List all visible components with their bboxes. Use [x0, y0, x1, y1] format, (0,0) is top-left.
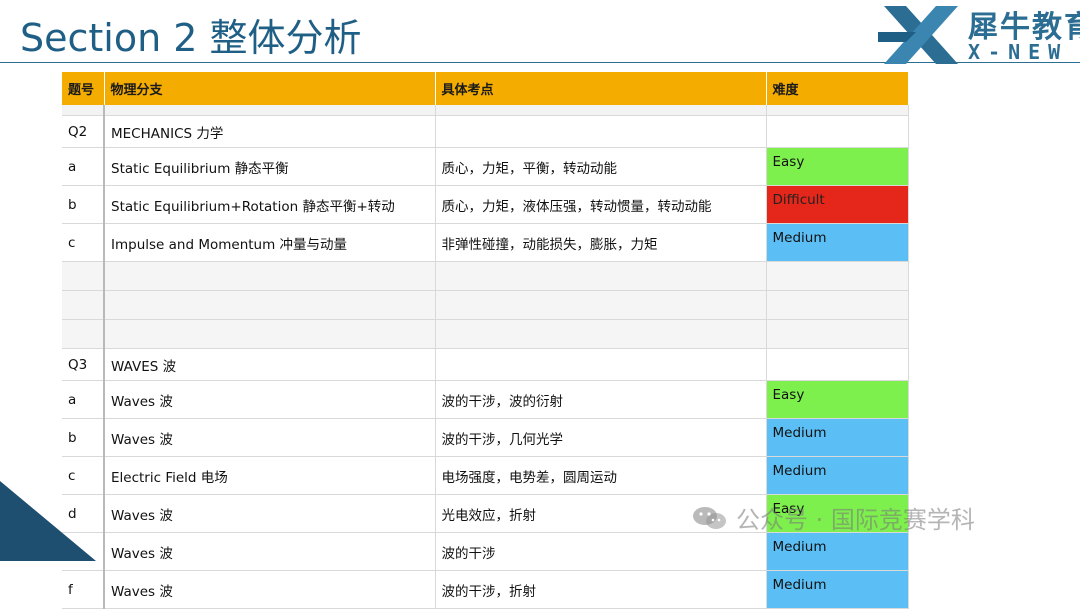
row-points: 质心，力矩，平衡，转动动能: [435, 147, 767, 186]
watermark: 公众号 · 国际竞赛学科: [692, 500, 975, 535]
empty-row: [62, 319, 909, 349]
column-header-difficulty: 难度: [766, 72, 909, 105]
table-row: f Waves 波 波的干涉，折射 Medium: [62, 570, 909, 609]
row-branch: Impulse and Momentum 冲量与动量: [104, 223, 436, 262]
difficulty-badge: Medium: [766, 456, 909, 495]
table-header-row: 题号 物理分支 具体考点 难度: [62, 72, 909, 105]
row-points: 波的干涉: [435, 532, 767, 571]
row-points: 电场强度，电势差，圆周运动: [435, 456, 767, 495]
row-branch: Waves 波: [104, 532, 436, 571]
section-row-q3: Q3 WAVES 波: [62, 348, 909, 381]
section-branch: WAVES 波: [104, 348, 436, 381]
row-branch: Static Equilibrium 静态平衡: [104, 147, 436, 186]
row-points: 波的干涉，波的衍射: [435, 380, 767, 419]
watermark-text: 公众号 · 国际竞赛学科: [736, 506, 975, 534]
empty-row: [62, 261, 909, 291]
page-title: Section 2 整体分析: [20, 16, 362, 60]
table-row: e Waves 波 波的干涉 Medium: [62, 532, 909, 571]
row-number: c: [62, 223, 105, 262]
row-points: 质心，力矩，液体压强，转动惯量，转动动能: [435, 185, 767, 224]
empty-row: [62, 290, 909, 320]
difficulty-badge: Easy: [766, 380, 909, 419]
column-header-number: 题号: [62, 72, 105, 105]
table-row: c Electric Field 电场 电场强度，电势差，圆周运动 Medium: [62, 456, 909, 495]
row-branch: Waves 波: [104, 570, 436, 609]
table-row: a Static Equilibrium 静态平衡 质心，力矩，平衡，转动动能 …: [62, 147, 909, 186]
row-branch: Static Equilibrium+Rotation 静态平衡+转动: [104, 185, 436, 224]
column-header-branch: 物理分支: [104, 72, 436, 105]
difficulty-badge: Medium: [766, 532, 909, 571]
row-points: 波的干涉，折射: [435, 570, 767, 609]
row-branch: Waves 波: [104, 380, 436, 419]
row-number: a: [62, 380, 105, 419]
section-branch: MECHANICS 力学: [104, 115, 436, 148]
brand-logo: 犀牛教育 X-NEW: [876, 2, 1080, 68]
row-branch: Waves 波: [104, 418, 436, 457]
row-number: f: [62, 570, 105, 609]
row-number: a: [62, 147, 105, 186]
table-row: b Waves 波 波的干涉，几何光学 Medium: [62, 418, 909, 457]
row-points: 非弹性碰撞，动能损失，膨胀，力矩: [435, 223, 767, 262]
section-id: Q2: [62, 115, 105, 148]
table-row: c Impulse and Momentum 冲量与动量 非弹性碰撞，动能损失，…: [62, 223, 909, 262]
wechat-icon: [693, 506, 726, 529]
row-number: b: [62, 185, 105, 224]
corner-decoration: [0, 481, 96, 561]
table-row: a Waves 波 波的干涉，波的衍射 Easy: [62, 380, 909, 419]
section-id: Q3: [62, 348, 105, 381]
difficulty-badge: Medium: [766, 418, 909, 457]
difficulty-badge: Medium: [766, 223, 909, 262]
row-branch: Electric Field 电场: [104, 456, 436, 495]
x-logo-icon: [878, 6, 958, 64]
row-branch: Waves 波: [104, 494, 436, 533]
difficulty-badge: Medium: [766, 570, 909, 609]
row-number: b: [62, 418, 105, 457]
logo-english-text: X-NEW: [968, 40, 1069, 64]
gap-row: [62, 105, 909, 116]
difficulty-badge: Easy: [766, 147, 909, 186]
difficulty-badge: Difficult: [766, 185, 909, 224]
section-row-q2: Q2 MECHANICS 力学: [62, 115, 909, 148]
row-points: 波的干涉，几何光学: [435, 418, 767, 457]
column-header-points: 具体考点: [435, 72, 767, 105]
table-row: b Static Equilibrium+Rotation 静态平衡+转动 质心…: [62, 185, 909, 224]
